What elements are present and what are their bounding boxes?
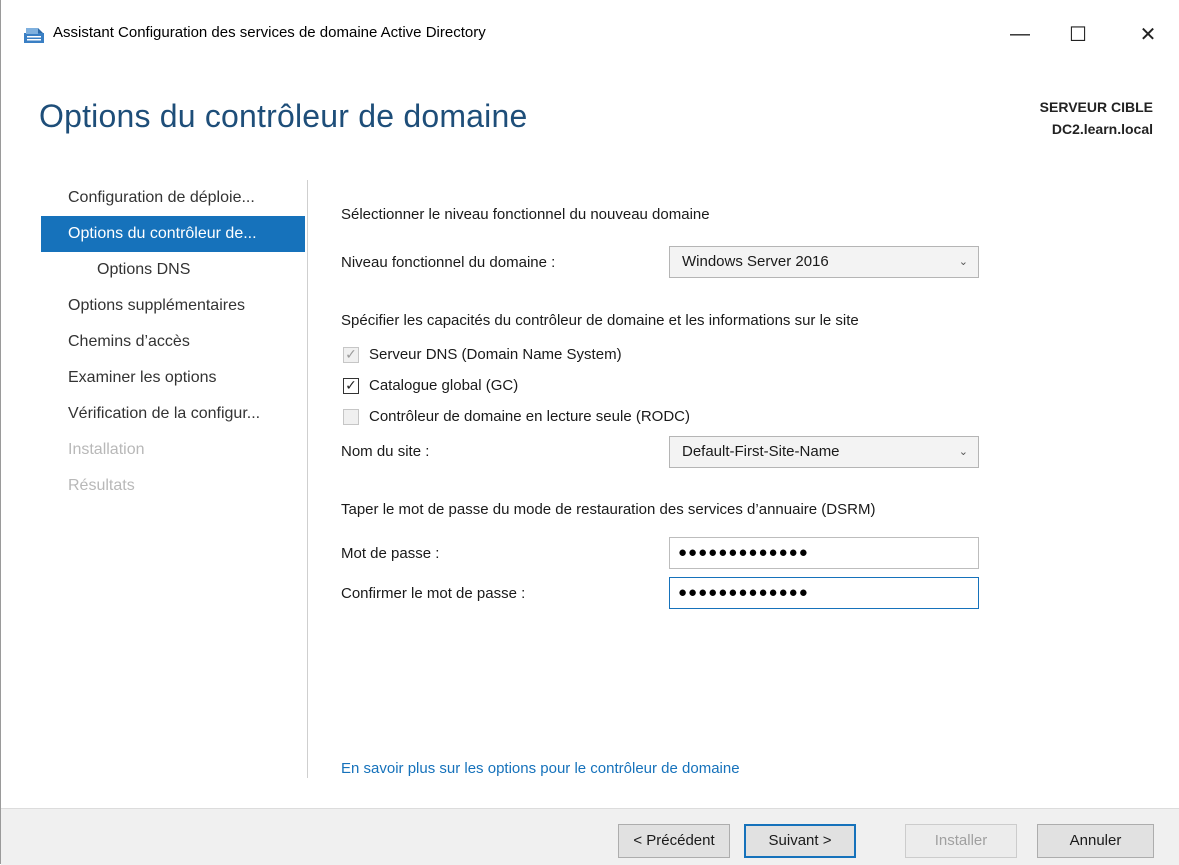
global-catalog-checkbox[interactable]: ✓ [343, 378, 359, 394]
server-manager-icon [24, 28, 44, 43]
dsrm-heading: Taper le mot de passe du mode de restaur… [341, 501, 876, 518]
site-name-select[interactable]: Default-First-Site-Name ⌄ [669, 436, 979, 468]
site-name-label: Nom du site : [341, 443, 430, 460]
domain-level-label: Niveau fonctionnel du domaine : [341, 254, 556, 271]
capabilities-heading: Spécifier les capacités du contrôleur de… [341, 312, 859, 329]
nav-item-paths[interactable]: Chemins d’accès [41, 324, 305, 360]
rodc-label: Contrôleur de domaine en lecture seule (… [369, 408, 690, 425]
confirm-password-input[interactable]: ●●●●●●●●●●●●● [669, 577, 979, 609]
site-name-value: Default-First-Site-Name [682, 443, 840, 460]
wizard-window: Assistant Configuration des services de … [0, 0, 1179, 865]
rodc-checkbox [343, 409, 359, 425]
window-title: Assistant Configuration des services de … [53, 24, 486, 41]
target-server-label: SERVEUR CIBLE [1039, 99, 1153, 115]
learn-more-link[interactable]: En savoir plus sur les options pour le c… [341, 760, 740, 777]
next-button[interactable]: Suivant > [744, 824, 856, 858]
minimize-button[interactable]: — [997, 14, 1043, 54]
maximize-button[interactable]: ☐ [1055, 14, 1101, 54]
functional-level-heading: Sélectionner le niveau fonctionnel du no… [341, 206, 710, 223]
nav-item-results: Résultats [68, 477, 135, 494]
page-title: Options du contrôleur de domaine [39, 98, 528, 134]
nav-divider [307, 180, 308, 778]
title-bar: Assistant Configuration des services de … [1, 0, 1179, 66]
cancel-button[interactable]: Annuler [1037, 824, 1154, 858]
target-server-block: SERVEUR CIBLE DC2.learn.local [1040, 96, 1153, 140]
close-button[interactable]: ✕ [1125, 14, 1171, 54]
nav-item-review-options[interactable]: Examiner les options [41, 360, 305, 396]
nav-item-deployment-config[interactable]: Configuration de déploie... [41, 180, 305, 216]
target-server-name: DC2.learn.local [1051, 121, 1153, 137]
password-input[interactable]: ●●●●●●●●●●●●● [669, 537, 979, 569]
previous-button[interactable]: < Précédent [618, 824, 730, 858]
dns-server-checkbox: ✓ [343, 347, 359, 363]
nav-item-installation: Installation [68, 441, 145, 458]
confirm-password-label: Confirmer le mot de passe : [341, 585, 526, 602]
global-catalog-label: Catalogue global (GC) [369, 377, 519, 394]
wizard-steps-nav: Configuration de déploie... Options du c… [41, 180, 305, 504]
password-label: Mot de passe : [341, 545, 440, 562]
domain-level-value: Windows Server 2016 [682, 253, 829, 270]
chevron-down-icon: ⌄ [958, 446, 968, 458]
nav-item-additional-options[interactable]: Options supplémentaires [41, 288, 305, 324]
nav-item-prerequisites-check[interactable]: Vérification de la configur... [41, 396, 305, 432]
nav-item-dns-options[interactable]: Options DNS [41, 252, 305, 288]
chevron-down-icon: ⌄ [958, 256, 968, 268]
nav-item-dc-options[interactable]: Options du contrôleur de... [41, 216, 305, 252]
domain-level-select[interactable]: Windows Server 2016 ⌄ [669, 246, 979, 278]
dns-server-label: Serveur DNS (Domain Name System) [369, 346, 622, 363]
install-button: Installer [905, 824, 1017, 858]
